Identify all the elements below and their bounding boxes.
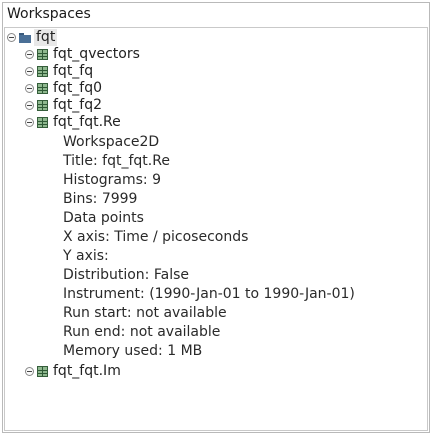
collapse-toggle-icon[interactable] (25, 67, 34, 76)
tree-item-fqt-fqt-re[interactable]: fqt_fqt.Re (25, 114, 123, 131)
workspace-group-icon (19, 32, 31, 43)
detail-line: Workspace2D (63, 134, 160, 150)
tree-item-label: fqt_fqt.Re (53, 114, 121, 130)
collapse-toggle-icon[interactable] (25, 101, 34, 110)
detail-line: Distribution: False (63, 267, 189, 283)
collapse-toggle-icon[interactable] (25, 84, 34, 93)
detail-line: Data points (63, 210, 144, 226)
collapse-toggle-icon[interactable] (7, 33, 16, 42)
detail-line: X axis: Time / picoseconds (63, 229, 249, 245)
collapse-toggle-icon[interactable] (25, 118, 34, 127)
workspaces-panel: Workspaces fqt fqt_qvectors fqt_fq fqt_f… (2, 2, 430, 433)
tree-item-label: fqt_fq2 (53, 97, 103, 113)
matrix-workspace-icon (37, 100, 48, 111)
detail-line: Title: fqt_fqt.Re (63, 153, 170, 169)
tree-item-label: fqt (34, 29, 58, 46)
tree-item-fqt-fqt-im[interactable]: fqt_fqt.Im (25, 363, 123, 380)
matrix-workspace-icon (37, 366, 48, 377)
workspace-tree[interactable]: fqt fqt_qvectors fqt_fq fqt_fq0 fqt_fq2 (4, 27, 428, 431)
detail-line: Histograms: 9 (63, 172, 161, 188)
matrix-workspace-icon (37, 66, 48, 77)
detail-line: Y axis: (63, 248, 109, 264)
tree-item-fqt-qvectors[interactable]: fqt_qvectors (25, 46, 142, 63)
matrix-workspace-icon (37, 83, 48, 94)
detail-line: Run start: not available (63, 305, 227, 321)
matrix-workspace-icon (37, 49, 48, 60)
tree-item-label: fqt_fq0 (53, 80, 103, 96)
tree-item-label: fqt_qvectors (53, 46, 140, 62)
tree-item-fqt-fq0[interactable]: fqt_fq0 (25, 80, 104, 97)
matrix-workspace-icon (37, 117, 48, 128)
detail-line: Instrument: (1990-Jan-01 to 1990-Jan-01) (63, 286, 355, 302)
collapse-toggle-icon[interactable] (25, 367, 34, 376)
tree-item-fqt-group[interactable]: fqt (7, 29, 58, 46)
detail-line: Memory used: 1 MB (63, 343, 203, 359)
detail-line: Bins: 7999 (63, 191, 138, 207)
tree-item-fqt-fq[interactable]: fqt_fq (25, 63, 95, 80)
detail-line: Run end: not available (63, 324, 221, 340)
tree-item-fqt-fq2[interactable]: fqt_fq2 (25, 97, 104, 114)
tree-item-label: fqt_fq (53, 63, 94, 79)
tree-item-label: fqt_fqt.Im (53, 363, 121, 379)
collapse-toggle-icon[interactable] (25, 50, 34, 59)
panel-title: Workspaces (7, 6, 91, 22)
